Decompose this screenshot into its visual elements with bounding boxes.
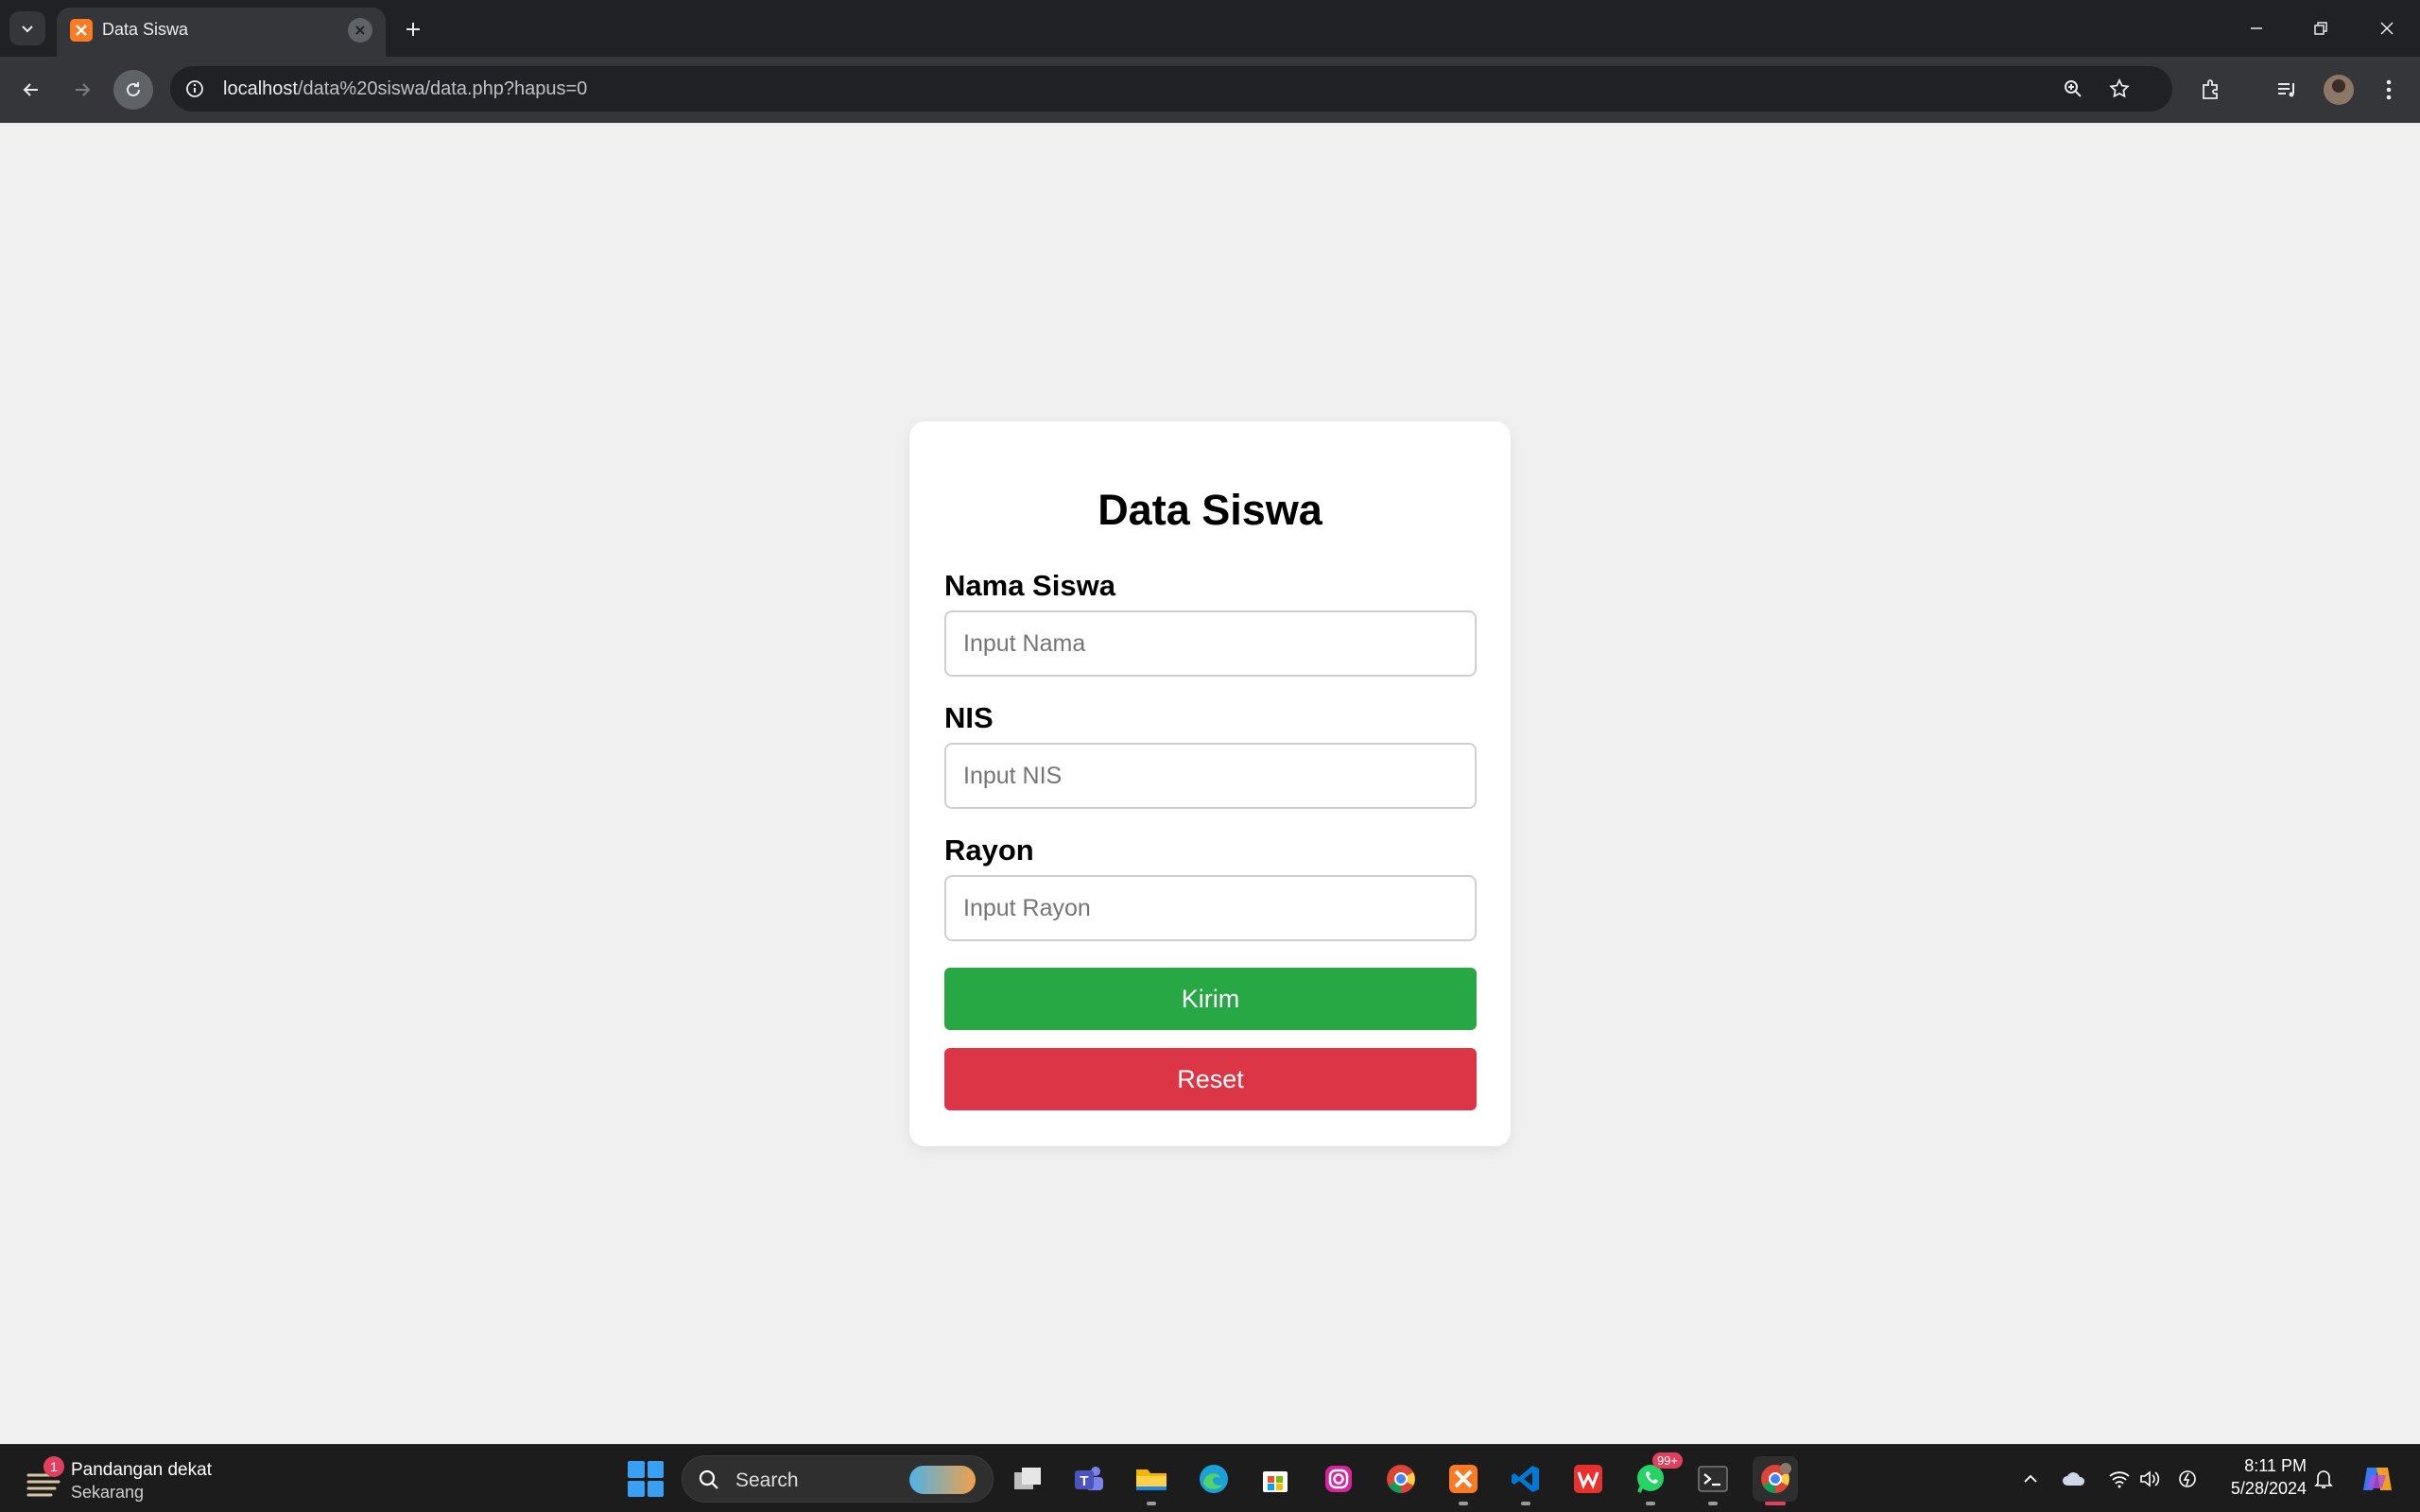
tab-strip: Data Siswa [0,0,2420,57]
close-icon[interactable] [348,18,372,43]
edge-icon[interactable] [1191,1456,1236,1502]
reload-button[interactable] [113,70,153,110]
rayon-input[interactable] [944,875,1477,941]
vscode-icon[interactable] [1503,1456,1548,1505]
weather-title: Pandangan dekat [71,1460,212,1480]
plus-icon [406,23,420,36]
notification-bell-icon[interactable] [2310,1466,2337,1492]
url-host: localhost [223,78,298,99]
search-icon [699,1469,718,1489]
file-explorer-icon[interactable] [1129,1456,1174,1505]
url-path: /data%20siswa/data.php?hapus=0 [297,78,588,99]
close-window-button[interactable] [2365,8,2409,49]
bookmark-star-icon[interactable] [2106,76,2133,102]
nama-siswa-input[interactable] [944,610,1477,677]
profile-avatar[interactable] [2324,75,2354,105]
wifi-icon[interactable] [2106,1466,2133,1492]
search-highlight-art [909,1466,976,1494]
nis-input[interactable] [944,743,1477,809]
volume-icon[interactable] [2136,1466,2163,1492]
xampp-favicon-icon [70,19,93,42]
url-text: localhost/data%20siswa/data.php?hapus=0 [223,78,587,100]
reload-icon [127,82,140,96]
wps-office-icon[interactable] [1565,1456,1611,1502]
active-indicator [1765,1502,1786,1505]
chevron-up-icon[interactable] [2017,1466,2044,1492]
minimize-button[interactable] [2235,8,2278,49]
clock-date: 5/28/2024 [2230,1479,2307,1498]
tab-data-siswa[interactable]: Data Siswa [57,8,386,57]
media-control-icon[interactable] [2271,74,2303,106]
taskbar-search[interactable]: Search [682,1455,994,1503]
minimize-icon [2251,27,2262,29]
tab-search-button[interactable] [9,11,45,45]
kirim-button[interactable]: Kirim [944,968,1477,1030]
svg-text:T: T [1080,1473,1088,1489]
running-indicator [1147,1502,1156,1505]
weather-badge: 1 [43,1456,64,1477]
taskbar: 1 Pandangan dekat Sekarang Search T 99+ … [0,1444,2420,1512]
windows-logo-pane [628,1461,645,1478]
running-indicator [1459,1502,1468,1505]
weather-widget[interactable]: 1 Pandangan dekat Sekarang [25,1456,233,1503]
form-card: Data Siswa Nama Siswa NIS Rayon Kirim Re… [909,421,1511,1146]
arrow-left-icon [23,83,38,96]
instagram-icon[interactable] [1316,1456,1361,1502]
clock-time: 8:11 PM [2244,1456,2307,1475]
nis-label: NIS [944,701,994,734]
restore-button[interactable] [2299,8,2342,49]
nama-siswa-label: Nama Siswa [944,569,1115,602]
address-bar[interactable]: localhost/data%20siswa/data.php?hapus=0 [170,66,2172,112]
search-label: Search [735,1469,799,1491]
tab-title: Data Siswa [102,20,189,39]
forward-button[interactable] [62,70,102,110]
browser-toolbar: localhost/data%20siswa/data.php?hapus=0 [0,57,2420,123]
running-indicator [1708,1502,1718,1505]
new-tab-button[interactable] [397,13,429,45]
battery-icon[interactable] [2174,1466,2201,1492]
rayon-label: Rayon [944,833,1034,867]
microsoft-store-icon[interactable] [1253,1456,1298,1502]
weather-subtitle: Sekarang [71,1483,145,1502]
running-indicator [1521,1502,1530,1505]
more-menu-icon[interactable] [2373,74,2405,106]
copilot-icon[interactable] [2359,1460,2396,1498]
site-info-icon[interactable] [183,77,206,100]
notification-badge: 99+ [1651,1452,1683,1469]
restore-icon [2314,22,2327,35]
chevron-down-icon [22,26,33,33]
back-button[interactable] [11,70,51,110]
reset-button[interactable]: Reset [944,1048,1477,1110]
running-indicator [1646,1502,1655,1505]
windows-logo-pane [647,1461,664,1478]
chrome-profile-icon[interactable] [1753,1456,1798,1505]
arrow-right-icon [76,83,91,96]
whatsapp-icon[interactable]: 99+ [1628,1452,1683,1505]
start-button[interactable] [628,1461,664,1497]
terminal-icon[interactable] [1690,1456,1736,1505]
chrome-icon[interactable] [1378,1456,1424,1502]
close-icon [2380,22,2394,35]
windows-logo-pane [647,1480,664,1497]
xampp-icon[interactable] [1441,1456,1486,1505]
windows-logo-pane [628,1480,645,1497]
extensions-icon[interactable] [2195,74,2227,106]
page-title: Data Siswa [1098,486,1322,534]
onedrive-icon[interactable] [2061,1466,2087,1492]
system-clock[interactable]: 8:11 PM 5/28/2024 [2212,1454,2307,1500]
teams-icon[interactable]: T [1066,1456,1112,1502]
task-view-icon[interactable] [1005,1456,1050,1502]
zoom-icon[interactable] [2060,76,2086,102]
